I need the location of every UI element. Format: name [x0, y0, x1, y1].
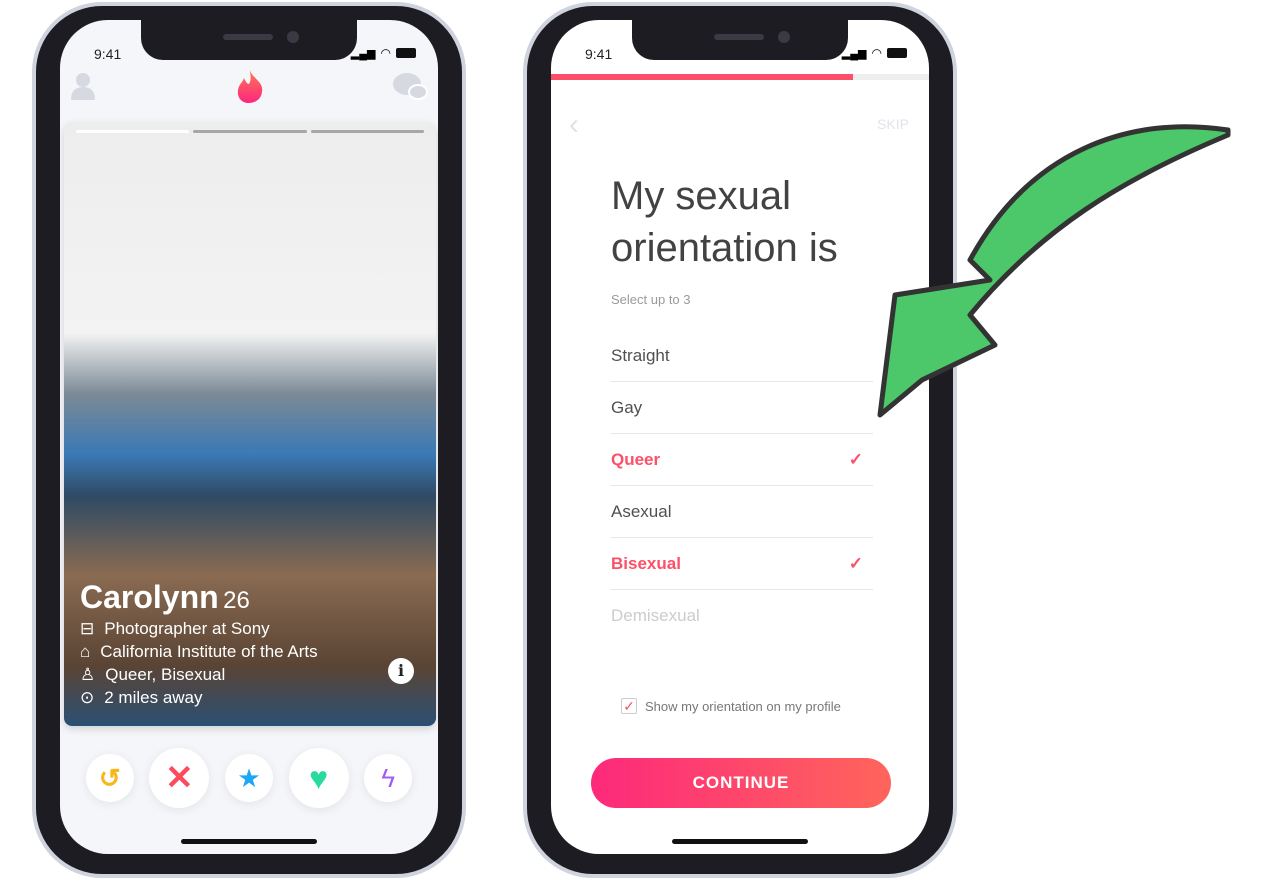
- nope-button[interactable]: ✕: [149, 748, 210, 808]
- wifi-icon: ◠: [380, 46, 391, 60]
- orientation-option[interactable]: Bisexual ✓: [611, 538, 873, 590]
- orientation-option[interactable]: Demisexual: [611, 590, 873, 642]
- option-label: Gay: [611, 397, 643, 417]
- signal-icon: ▂▄▆: [841, 47, 867, 60]
- option-label: Bisexual: [611, 553, 681, 573]
- profile-screen: 9:41 ▂▄▆ ◠ Carolynn 26 ⊟ Photographer at S…: [60, 20, 438, 854]
- super-like-icon: ★: [237, 762, 261, 793]
- job-text: Photographer at Sony: [104, 619, 270, 638]
- profile-info: Carolynn 26 ⊟ Photographer at Sony ⌂ Calif…: [80, 579, 318, 708]
- title-line: orientation is: [611, 226, 838, 270]
- rewind-icon: ↺: [98, 762, 121, 793]
- orientation-list: Straight Gay Queer ✓ Asexual Bisexual ✓ Demisex…: [611, 330, 873, 642]
- show-orientation-toggle[interactable]: ✓ Show my orientation on my profile: [621, 698, 841, 714]
- green-arrow-annotation: [877, 124, 1231, 418]
- checkmark-icon: ✓: [848, 449, 863, 469]
- status-time: 9:41: [585, 46, 613, 62]
- signal-icon: ▂▄▆: [350, 47, 376, 60]
- option-label: Straight: [611, 345, 670, 365]
- orientation-option[interactable]: Queer ✓: [611, 434, 873, 486]
- boost-icon: ϟ: [381, 762, 396, 793]
- school-text: California Institute of the Arts: [100, 642, 318, 661]
- checkbox[interactable]: ✓: [621, 698, 637, 714]
- home-indicator: [181, 839, 317, 844]
- continue-button[interactable]: CONTINUE: [591, 758, 891, 808]
- wifi-icon: ◠: [871, 46, 882, 60]
- notch: [141, 20, 357, 60]
- profile-icon[interactable]: [70, 72, 96, 100]
- notch: [632, 20, 848, 60]
- photo-indicator: [76, 130, 424, 133]
- graduation-cap-icon: ⌂: [80, 642, 91, 661]
- progress-fill: [551, 74, 854, 80]
- profile-card[interactable]: Carolynn 26 ⊟ Photographer at Sony ⌂ Calif…: [64, 122, 436, 726]
- nope-icon: ✕: [165, 759, 194, 797]
- option-label: Demisexual: [611, 606, 700, 625]
- like-icon: ♥: [309, 759, 329, 796]
- like-button[interactable]: ♥: [288, 748, 349, 808]
- orientation-option[interactable]: Gay: [611, 382, 873, 434]
- checkbox-label: Show my orientation on my profile: [645, 698, 841, 714]
- person-icon: ♙: [80, 665, 96, 684]
- info-button[interactable]: i: [388, 658, 414, 684]
- super-like-button[interactable]: ★: [224, 754, 273, 802]
- orientation-option[interactable]: Asexual: [611, 486, 873, 538]
- home-indicator: [672, 839, 808, 844]
- title-line: My sexual: [611, 174, 792, 218]
- orientation-option[interactable]: Straight: [611, 330, 873, 382]
- battery-icon: [887, 48, 907, 58]
- rewind-button[interactable]: ↺: [85, 754, 134, 802]
- tinder-flame-logo[interactable]: [234, 68, 266, 104]
- phone-profile: 9:41 ▂▄▆ ◠ Carolynn 26 ⊟ Photographer at S…: [32, 2, 466, 878]
- action-bar: ↺ ✕ ★ ♥ ϟ: [60, 748, 438, 808]
- page-title: My sexual orientation is: [611, 170, 838, 274]
- subtitle: Select up to 3: [611, 292, 691, 307]
- messages-icon[interactable]: [392, 72, 428, 102]
- location-pin-icon: ⊙: [80, 688, 95, 707]
- boost-button[interactable]: ϟ: [364, 754, 413, 802]
- status-time: 9:41: [94, 46, 122, 62]
- briefcase-icon: ⊟: [80, 619, 95, 638]
- back-chevron-icon[interactable]: ‹: [569, 108, 579, 142]
- status-icons: ▂▄▆ ◠: [842, 46, 907, 60]
- option-label: Asexual: [611, 501, 672, 521]
- checkmark-icon: ✓: [848, 553, 863, 573]
- orientation-text: Queer, Bisexual: [105, 665, 226, 684]
- distance-text: 2 miles away: [104, 688, 203, 707]
- status-icons: ▂▄▆ ◠: [351, 46, 416, 60]
- battery-icon: [396, 48, 416, 58]
- profile-age: 26: [223, 587, 250, 614]
- option-label: Queer: [611, 449, 661, 469]
- progress-bar: [551, 74, 929, 80]
- profile-name: Carolynn: [80, 579, 219, 615]
